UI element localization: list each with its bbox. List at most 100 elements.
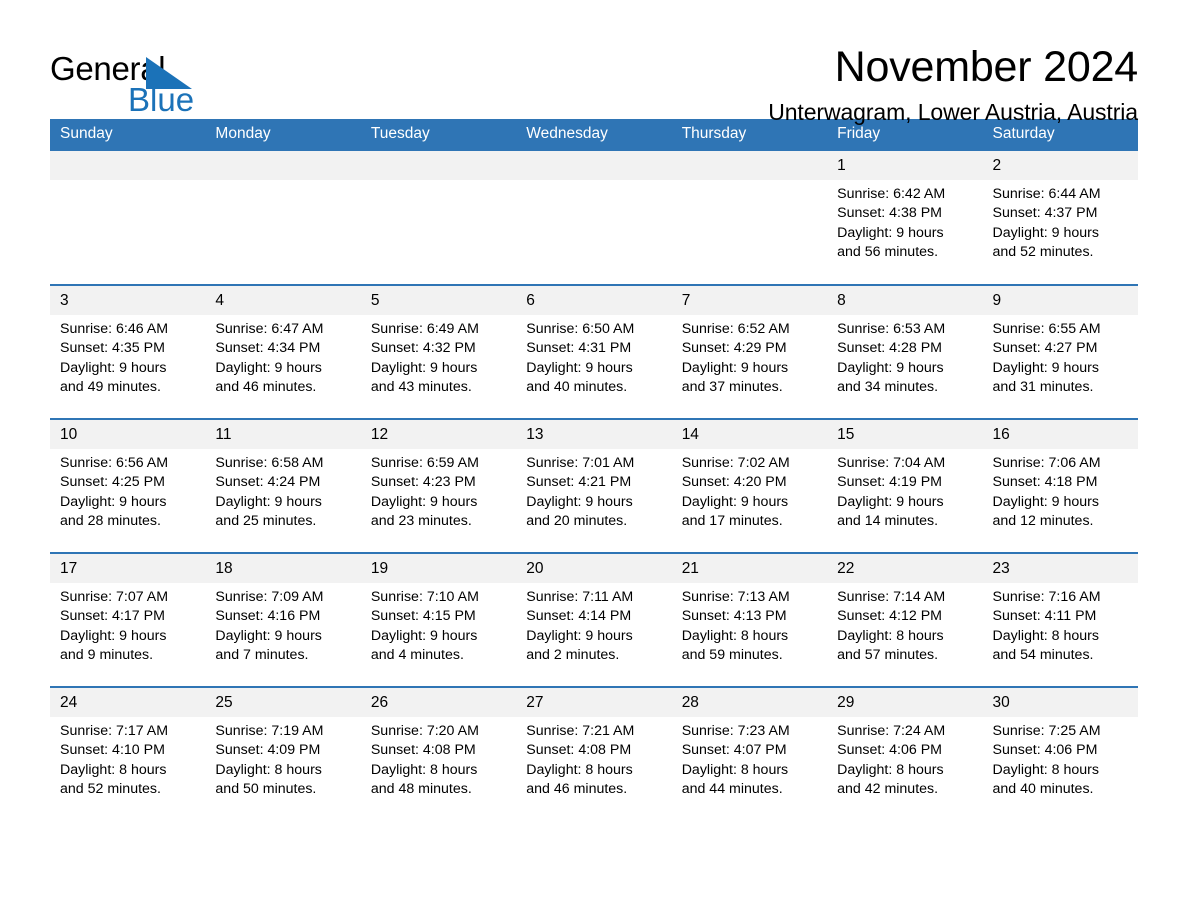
sunrise-text: Sunrise: 6:46 AM — [60, 320, 169, 337]
sunrise-text: Sunrise: 6:42 AM — [837, 185, 946, 202]
calendar-day-cell[interactable]: 29 Sunrise: 7:24 AM Sunset: 4:06 PM Dayligh… — [827, 685, 983, 821]
sunset-text: Sunset: 4:25 PM — [60, 474, 165, 491]
calendar-day-cell[interactable]: 1 Sunrise: 6:42 AM Sunset: 4:38 PM Daylight… — [827, 150, 983, 285]
calendar-week-row: 1 Sunrise: 6:42 AM Sunset: 4:38 PM Daylight… — [50, 150, 1138, 285]
calendar-day-cell[interactable]: 17 Sunrise: 7:07 AM Sunset: 4:17 PM Dayligh… — [50, 551, 206, 687]
general-blue-logo[interactable]: General Blue — [50, 44, 200, 116]
calendar-day-cell[interactable]: 27 Sunrise: 7:21 AM Sunset: 4:08 PM Dayligh… — [516, 685, 672, 821]
calendar-day-cell[interactable]: 16 Sunrise: 7:06 AM Sunset: 4:18 PM Dayligh… — [982, 417, 1138, 553]
daylight-text-line2: and 7 minutes. — [215, 647, 309, 664]
sunrise-text: Sunrise: 7:25 AM — [992, 722, 1101, 739]
day-details: Sunrise: 7:21 AM Sunset: 4:08 PM Daylight:… — [516, 717, 671, 800]
day-details: Sunrise: 7:14 AM Sunset: 4:12 PM Daylight:… — [827, 583, 982, 666]
calendar-day-cell[interactable]: 11 Sunrise: 6:58 AM Sunset: 4:24 PM Dayligh… — [205, 417, 361, 553]
calendar-day-cell[interactable]: 20 Sunrise: 7:11 AM Sunset: 4:14 PM Dayligh… — [516, 551, 672, 687]
day-details: Sunrise: 6:49 AM Sunset: 4:32 PM Daylight:… — [361, 315, 516, 398]
sunset-text: Sunset: 4:37 PM — [992, 205, 1098, 222]
sunset-text: Sunset: 4:13 PM — [681, 608, 787, 625]
calendar-day-cell[interactable]: 24 Sunrise: 7:17 AM Sunset: 4:10 PM Dayligh… — [50, 685, 206, 821]
sunrise-text: Sunrise: 7:07 AM — [60, 588, 169, 605]
calendar-day-cell[interactable]: 13 Sunrise: 7:01 AM Sunset: 4:21 PM Dayligh… — [516, 417, 672, 553]
day-number: 12 — [360, 419, 517, 449]
calendar-day-cell-empty — [516, 150, 672, 285]
day-number: 5 — [360, 285, 517, 315]
calendar-day-cell[interactable]: 5 Sunrise: 6:49 AM Sunset: 4:32 PM Daylight… — [360, 283, 517, 419]
sunrise-text: Sunrise: 7:04 AM — [837, 454, 946, 471]
daylight-text-line2: and 43 minutes. — [370, 379, 472, 396]
day-details: Sunrise: 7:11 AM Sunset: 4:14 PM Daylight:… — [516, 583, 671, 666]
sunrise-text: Sunrise: 7:14 AM — [837, 588, 946, 605]
calendar-day-cell[interactable]: 28 Sunrise: 7:23 AM Sunset: 4:07 PM Dayligh… — [671, 685, 828, 821]
calendar-day-cell[interactable]: 18 Sunrise: 7:09 AM Sunset: 4:16 PM Dayligh… — [205, 551, 361, 687]
sunrise-text: Sunrise: 7:20 AM — [370, 722, 479, 739]
sunset-text: Sunset: 4:27 PM — [992, 340, 1098, 357]
calendar-day-cell[interactable]: 30 Sunrise: 7:25 AM Sunset: 4:06 PM Dayligh… — [982, 685, 1138, 821]
day-details: Sunrise: 7:01 AM Sunset: 4:21 PM Daylight:… — [516, 449, 671, 532]
daylight-text-line1: Daylight: 8 hours — [992, 627, 1099, 644]
day-number: 10 — [50, 419, 206, 449]
daylight-text-line1: Daylight: 9 hours — [992, 224, 1099, 241]
sunrise-text: Sunrise: 6:47 AM — [215, 320, 324, 337]
daylight-text-line2: and 23 minutes. — [370, 513, 472, 530]
day-details: Sunrise: 6:52 AM Sunset: 4:29 PM Daylight:… — [672, 315, 827, 398]
sunset-text: Sunset: 4:11 PM — [992, 608, 1097, 625]
sunset-text: Sunset: 4:31 PM — [526, 340, 632, 357]
day-number: 30 — [982, 687, 1138, 717]
calendar-day-cell[interactable]: 12 Sunrise: 6:59 AM Sunset: 4:23 PM Dayligh… — [360, 417, 517, 553]
day-details: Sunrise: 7:06 AM Sunset: 4:18 PM Daylight:… — [983, 449, 1138, 532]
daylight-text-line1: Daylight: 8 hours — [526, 761, 633, 778]
calendar-day-cell[interactable]: 21 Sunrise: 7:13 AM Sunset: 4:13 PM Dayligh… — [671, 551, 828, 687]
calendar-day-cell[interactable]: 2 Sunrise: 6:44 AM Sunset: 4:37 PM Daylight… — [982, 150, 1138, 285]
day-number — [516, 150, 672, 180]
day-number: 18 — [205, 553, 361, 583]
sunrise-text: Sunrise: 7:01 AM — [526, 454, 635, 471]
calendar-day-cell[interactable]: 10 Sunrise: 6:56 AM Sunset: 4:25 PM Dayligh… — [50, 417, 206, 553]
daylight-text-line1: Daylight: 9 hours — [526, 359, 633, 376]
daylight-text-line1: Daylight: 9 hours — [215, 493, 322, 510]
sunrise-text: Sunrise: 6:50 AM — [526, 320, 635, 337]
day-number — [205, 150, 361, 180]
calendar-day-cell[interactable]: 7 Sunrise: 6:52 AM Sunset: 4:29 PM Daylight… — [671, 283, 828, 419]
daylight-text-line1: Daylight: 9 hours — [370, 359, 478, 376]
day-details: Sunrise: 7:24 AM Sunset: 4:06 PM Daylight:… — [827, 717, 982, 800]
daylight-text-line1: Daylight: 8 hours — [60, 761, 167, 778]
calendar-day-cell-empty — [50, 150, 206, 285]
sunrise-text: Sunrise: 7:11 AM — [526, 588, 634, 605]
daylight-text-line2: and 4 minutes. — [370, 647, 464, 664]
calendar-day-cell[interactable]: 23 Sunrise: 7:16 AM Sunset: 4:11 PM Dayligh… — [982, 551, 1138, 687]
daylight-text-line2: and 56 minutes. — [837, 244, 939, 261]
daylight-text-line1: Daylight: 9 hours — [60, 627, 167, 644]
daylight-text-line1: Daylight: 8 hours — [215, 761, 322, 778]
sunrise-text: Sunrise: 7:06 AM — [992, 454, 1101, 471]
weekday-header-sunday: Sunday — [50, 119, 206, 151]
day-details: Sunrise: 7:16 AM Sunset: 4:11 PM Daylight:… — [983, 583, 1138, 666]
calendar-day-cell[interactable]: 6 Sunrise: 6:50 AM Sunset: 4:31 PM Daylight… — [516, 283, 672, 419]
sunrise-text: Sunrise: 7:02 AM — [681, 454, 790, 471]
calendar-day-cell[interactable]: 25 Sunrise: 7:19 AM Sunset: 4:09 PM Dayligh… — [205, 685, 361, 821]
calendar-day-cell[interactable]: 19 Sunrise: 7:10 AM Sunset: 4:15 PM Dayligh… — [360, 551, 517, 687]
sunset-text: Sunset: 4:38 PM — [837, 205, 942, 222]
sunset-text: Sunset: 4:19 PM — [837, 474, 942, 491]
sunrise-text: Sunrise: 7:23 AM — [681, 722, 790, 739]
day-number: 11 — [205, 419, 361, 449]
sunrise-text: Sunrise: 7:21 AM — [526, 722, 635, 739]
calendar-day-cell[interactable]: 26 Sunrise: 7:20 AM Sunset: 4:08 PM Dayligh… — [360, 685, 517, 821]
daylight-text-line1: Daylight: 9 hours — [60, 359, 167, 376]
day-number: 19 — [360, 553, 517, 583]
sunset-text: Sunset: 4:23 PM — [370, 474, 476, 491]
daylight-text-line2: and 48 minutes. — [370, 781, 472, 798]
daylight-text-line2: and 25 minutes. — [215, 513, 317, 530]
calendar-day-cell[interactable]: 15 Sunrise: 7:04 AM Sunset: 4:19 PM Dayligh… — [827, 417, 983, 553]
daylight-text-line2: and 28 minutes. — [60, 513, 161, 530]
day-number: 24 — [50, 687, 206, 717]
daylight-text-line1: Daylight: 8 hours — [681, 761, 789, 778]
day-number: 4 — [205, 285, 361, 315]
daylight-text-line1: Daylight: 9 hours — [837, 224, 944, 241]
calendar-day-cell[interactable]: 14 Sunrise: 7:02 AM Sunset: 4:20 PM Dayligh… — [671, 417, 828, 553]
calendar-day-cell[interactable]: 4 Sunrise: 6:47 AM Sunset: 4:34 PM Daylight… — [205, 283, 361, 419]
calendar-day-cell[interactable]: 3 Sunrise: 6:46 AM Sunset: 4:35 PM Daylight… — [50, 283, 206, 419]
calendar-day-cell[interactable]: 9 Sunrise: 6:55 AM Sunset: 4:27 PM Daylight… — [982, 283, 1138, 419]
calendar-day-cell[interactable]: 8 Sunrise: 6:53 AM Sunset: 4:28 PM Daylight… — [827, 283, 983, 419]
calendar-day-cell[interactable]: 22 Sunrise: 7:14 AM Sunset: 4:12 PM Dayligh… — [827, 551, 983, 687]
day-number: 7 — [671, 285, 828, 315]
